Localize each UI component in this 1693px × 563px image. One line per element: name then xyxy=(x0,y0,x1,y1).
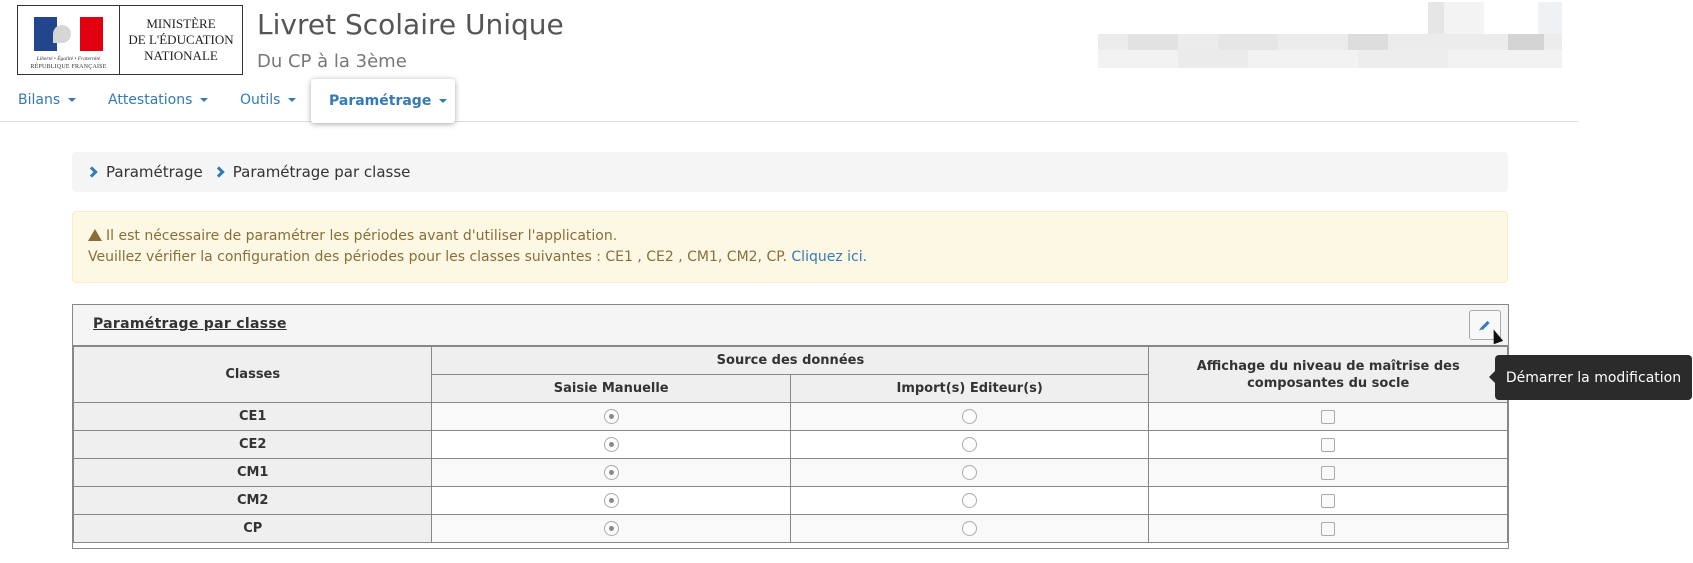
caret-down-icon xyxy=(439,99,448,103)
ministry-line3: NATIONALE xyxy=(144,48,218,63)
import-radio-cell xyxy=(789,458,1150,487)
import-radio-cell xyxy=(789,430,1150,459)
header-display: Affichage du niveau de maîtrise des comp… xyxy=(1148,346,1508,403)
panel-header: Paramétrage par classe xyxy=(73,305,1508,346)
nav-parametrage-label: Paramétrage xyxy=(329,93,432,109)
alert-text2: Veuillez vérifier la configuration des p… xyxy=(88,249,787,265)
display-checkbox[interactable] xyxy=(1321,409,1336,424)
alert-link[interactable]: Cliquez ici. xyxy=(791,249,867,265)
class-name: CP xyxy=(72,514,433,543)
caret-down-icon xyxy=(68,98,77,102)
nav-parametrage[interactable]: Paramétrage xyxy=(311,79,455,123)
header-classes: Classes xyxy=(72,346,433,403)
breadcrumb-item-parametrage[interactable]: Paramétrage xyxy=(86,163,203,181)
table-row: CE1 xyxy=(72,402,1508,431)
panel-title: Paramétrage par classe xyxy=(93,316,287,332)
table-row: CM1 xyxy=(72,458,1508,487)
import-radio[interactable] xyxy=(962,409,978,424)
warning-icon xyxy=(88,229,102,241)
caret-down-icon xyxy=(288,98,297,102)
nav-bilans-label: Bilans xyxy=(18,92,61,108)
import-radio-cell xyxy=(789,402,1150,431)
class-name: CM1 xyxy=(72,458,433,487)
main-nav: Bilans Attestations Outils Paramétrage xyxy=(0,78,1578,123)
table-row: CP xyxy=(72,514,1508,543)
import-radio-cell xyxy=(789,486,1150,515)
ministry-line2: DE L'ÉDUCATION xyxy=(128,32,234,47)
breadcrumb-item-classe: Paramétrage par classe xyxy=(213,163,411,181)
nav-outils[interactable]: Outils xyxy=(222,78,314,122)
display-checkbox[interactable] xyxy=(1321,493,1336,508)
display-checkbox[interactable] xyxy=(1321,521,1336,536)
marianne-logo: Liberté • Égalité • Fraternité RÉPUBLIQU… xyxy=(18,6,120,74)
chevron-right-icon xyxy=(86,166,98,178)
page-header: Liberté • Égalité • Fraternité RÉPUBLIQU… xyxy=(0,0,1693,80)
app-title: Livret Scolaire Unique xyxy=(257,8,564,41)
header-import: Import(s) Editeur(s) xyxy=(789,374,1150,403)
flag-icon xyxy=(33,16,104,51)
class-name: CM2 xyxy=(72,486,433,515)
ministry-logo[interactable]: Liberté • Égalité • Fraternité RÉPUBLIQU… xyxy=(17,5,243,75)
chevron-right-icon xyxy=(213,166,225,178)
app-subtitle: Du CP à la 3ème xyxy=(257,51,407,72)
nav-outils-label: Outils xyxy=(240,92,281,108)
manual-radio[interactable] xyxy=(603,437,619,452)
ministry-name: MINISTÈRE DE L'ÉDUCATION NATIONALE xyxy=(120,6,242,74)
alert-line1: Il est nécessaire de paramétrer les péri… xyxy=(88,226,1492,247)
manual-radio-cell xyxy=(431,514,791,543)
logo-motto: Liberté • Égalité • Fraternité xyxy=(36,55,101,62)
header-source: Source des données xyxy=(431,346,1150,375)
nav-attestations[interactable]: Attestations xyxy=(90,78,226,122)
ministry-line1: MINISTÈRE xyxy=(146,16,216,31)
user-info-blurred xyxy=(1098,2,1562,68)
logo-republic: RÉPUBLIQUE FRANÇAISE xyxy=(30,63,107,70)
manual-radio-cell xyxy=(431,402,791,431)
display-checkbox[interactable] xyxy=(1321,437,1336,452)
breadcrumb-label: Paramétrage par classe xyxy=(232,163,411,181)
manual-radio[interactable] xyxy=(603,409,619,424)
table-row: CE2 xyxy=(72,430,1508,459)
alert-line2: Veuillez vérifier la configuration des p… xyxy=(88,247,1492,268)
class-name: CE1 xyxy=(72,402,433,431)
alert-text1: Il est nécessaire de paramétrer les péri… xyxy=(106,228,618,244)
manual-radio[interactable] xyxy=(603,465,619,480)
display-checkbox-cell xyxy=(1148,430,1508,459)
caret-down-icon xyxy=(200,98,209,102)
manual-radio-cell xyxy=(431,486,791,515)
manual-radio-cell xyxy=(431,458,791,487)
manual-radio[interactable] xyxy=(603,521,619,536)
settings-panel: Paramétrage par classe Classes Source de… xyxy=(72,304,1509,549)
header-manual: Saisie Manuelle xyxy=(431,374,791,403)
display-checkbox[interactable] xyxy=(1321,465,1336,480)
class-settings-table: Classes Source des données Affichage du … xyxy=(72,346,1508,543)
edit-tooltip: Démarrer la modification xyxy=(1489,355,1692,400)
breadcrumb: Paramétrage Paramétrage par classe xyxy=(72,152,1508,192)
display-checkbox-cell xyxy=(1148,486,1508,515)
pencil-icon xyxy=(1480,320,1490,330)
manual-radio-cell xyxy=(431,430,791,459)
import-radio[interactable] xyxy=(962,465,978,480)
import-radio[interactable] xyxy=(962,493,978,508)
nav-attestations-label: Attestations xyxy=(108,92,193,108)
import-radio-cell xyxy=(789,514,1150,543)
warning-alert: Il est nécessaire de paramétrer les péri… xyxy=(72,211,1508,283)
table-row: CM2 xyxy=(72,486,1508,515)
display-checkbox-cell xyxy=(1148,402,1508,431)
manual-radio[interactable] xyxy=(603,493,619,508)
breadcrumb-label: Paramétrage xyxy=(106,163,203,181)
import-radio[interactable] xyxy=(962,437,978,452)
nav-bilans[interactable]: Bilans xyxy=(0,78,94,122)
display-checkbox-cell xyxy=(1148,458,1508,487)
class-name: CE2 xyxy=(72,430,433,459)
display-checkbox-cell xyxy=(1148,514,1508,543)
import-radio[interactable] xyxy=(962,521,978,536)
